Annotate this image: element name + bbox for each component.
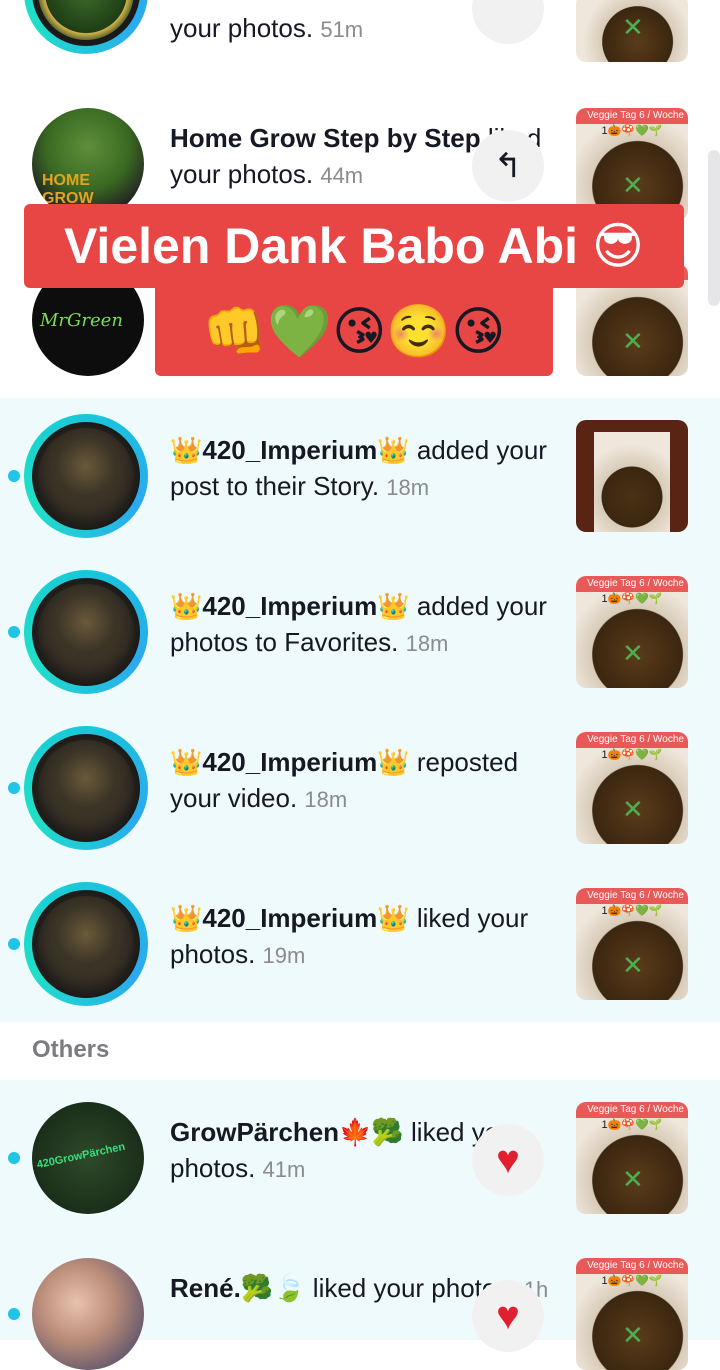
story-preview <box>594 432 670 532</box>
thumb-emoji: 1🎃🍄💚🌱 <box>601 905 663 917</box>
post-thumbnail[interactable]: Veggie Tag 6 / Woche 1🎃🍄💚🌱 ✕ <box>576 576 688 688</box>
avatar <box>32 578 140 686</box>
unread-dot <box>8 938 20 950</box>
avatar[interactable]: 420GrowPärchen <box>32 1102 144 1214</box>
notification-user[interactable]: 👑420_Imperium👑 <box>170 903 410 933</box>
avatar-story-ring[interactable] <box>24 414 148 538</box>
notification-time: 51m <box>320 17 364 42</box>
notification-user[interactable]: 👑420_Imperium👑 <box>170 435 410 465</box>
unread-dot <box>8 626 20 638</box>
avatar-story-ring[interactable] <box>24 570 148 694</box>
heart-icon: ♥ <box>496 1138 520 1182</box>
notification-action: your photos. <box>170 13 314 43</box>
avatar-story-ring[interactable] <box>24 726 148 850</box>
notification-time: 19m <box>262 943 306 968</box>
notification-time: 18m <box>405 631 449 656</box>
notification-row[interactable]: 👑420_Imperium👑 added your post to their … <box>0 398 720 554</box>
notification-user[interactable]: 👑420_Imperium👑 <box>170 747 410 777</box>
section-header-others: Others <box>32 1036 110 1063</box>
notification-time: 44m <box>320 163 364 188</box>
notification-user[interactable]: GrowPärchen🍁🥦 <box>170 1117 404 1147</box>
unread-dot <box>8 1152 20 1164</box>
notification-text: 👑420_Imperium👑 added your post to their … <box>170 432 550 506</box>
notification-row[interactable]: your photos. 51m ✕ <box>0 0 720 70</box>
notification-user[interactable]: Home Grow Step by Step <box>170 123 481 153</box>
notification-time: 41m <box>262 1157 306 1182</box>
thumb-emoji: 1🎃🍄💚🌱 <box>601 1275 663 1287</box>
scrollbar[interactable] <box>708 150 720 306</box>
notification-user[interactable]: 👑420_Imperium👑 <box>170 591 410 621</box>
unread-dot <box>8 782 20 794</box>
plant-icon: ✕ <box>622 950 644 980</box>
plant-icon: ✕ <box>622 638 644 668</box>
notification-row[interactable]: René.🥦🍃 liked your photos. 1h ♥ Veggie T… <box>0 1236 720 1370</box>
avatar <box>32 890 140 998</box>
post-thumbnail[interactable]: Veggie Tag 6 / Woche 1🎃🍄💚🌱 ✕ <box>576 1258 688 1370</box>
mr-green-genetics-logo: MrGreen <box>40 310 123 331</box>
plant-icon: ✕ <box>622 1320 644 1350</box>
thumb-emoji: 1🎃🍄💚🌱 <box>601 125 663 137</box>
notification-text: 👑420_Imperium👑 added your photos to Favo… <box>170 588 550 662</box>
plant-icon: ✕ <box>622 794 644 824</box>
avatar <box>32 734 140 842</box>
plant-icon: ✕ <box>622 12 644 42</box>
plant-icon: ✕ <box>622 326 644 356</box>
post-thumbnail[interactable] <box>576 420 688 532</box>
reply-arrow-icon: ↰ <box>493 147 523 185</box>
notification-text: 👑420_Imperium👑 reposted your video. 18m <box>170 744 550 818</box>
thumb-tag: Veggie Tag 6 / Woche <box>576 108 688 124</box>
post-thumbnail[interactable]: ✕ <box>576 0 688 62</box>
thumb-tag: Veggie Tag 6 / Woche <box>576 1102 688 1118</box>
avatar-story-ring[interactable] <box>24 882 148 1006</box>
like-button[interactable]: ♥ <box>472 1124 544 1196</box>
thumb-tag: Veggie Tag 6 / Woche <box>576 888 688 904</box>
reply-button[interactable]: ↰ <box>472 130 544 202</box>
plant-icon: ✕ <box>622 170 644 200</box>
post-thumbnail[interactable]: Veggie Tag 6 / Woche 1🎃🍄💚🌱 ✕ <box>576 732 688 844</box>
thumb-emoji: 1🎃🍄💚🌱 <box>601 749 663 761</box>
notification-row[interactable]: 420GrowPärchen GrowPärchen🍁🥦 liked your … <box>0 1080 720 1236</box>
notification-text: 👑420_Imperium👑 liked your photos. 19m <box>170 900 550 974</box>
thumb-tag: Veggie Tag 6 / Woche <box>576 576 688 592</box>
notification-time: 18m <box>386 475 430 500</box>
unread-dot <box>8 470 20 482</box>
thumb-emoji: 1🎃🍄💚🌱 <box>601 1119 663 1131</box>
avatar <box>32 0 140 46</box>
avatar <box>32 422 140 530</box>
post-thumbnail[interactable]: Veggie Tag 6 / Woche 1🎃🍄💚🌱 ✕ <box>576 888 688 1000</box>
unread-dot <box>8 1308 20 1320</box>
home-grow-logo: HOME GROW <box>42 172 94 207</box>
notification-row[interactable]: 👑420_Imperium👑 liked your photos. 19m Ve… <box>0 866 720 1022</box>
heart-icon: ♥ <box>496 1294 520 1338</box>
plant-icon: ✕ <box>622 1164 644 1194</box>
post-thumbnail[interactable]: Veggie Tag 6 / Woche 1🎃🍄💚🌱 ✕ <box>576 1102 688 1214</box>
like-button[interactable]: ♥ <box>472 1280 544 1352</box>
overlay-caption-line1: Vielen Dank Babo Abi 😎 <box>24 204 684 288</box>
overlay-caption-line2: 👊💚😘☺️😘 <box>155 288 553 376</box>
thumb-tag: Veggie Tag 6 / Woche <box>576 1258 688 1274</box>
notification-row[interactable]: 👑420_Imperium👑 reposted your video. 18m … <box>0 710 720 866</box>
growparchen-logo: 420GrowPärchen <box>35 1140 127 1172</box>
thumb-emoji: 1🎃🍄💚🌱 <box>601 593 663 605</box>
notification-row[interactable]: 👑420_Imperium👑 added your photos to Favo… <box>0 554 720 710</box>
notification-time: 18m <box>304 787 348 812</box>
notification-user[interactable]: René.🥦🍃 <box>170 1273 306 1303</box>
avatar[interactable] <box>32 1258 144 1370</box>
thumb-tag: Veggie Tag 6 / Woche <box>576 732 688 748</box>
avatar-story-ring[interactable] <box>24 0 148 54</box>
